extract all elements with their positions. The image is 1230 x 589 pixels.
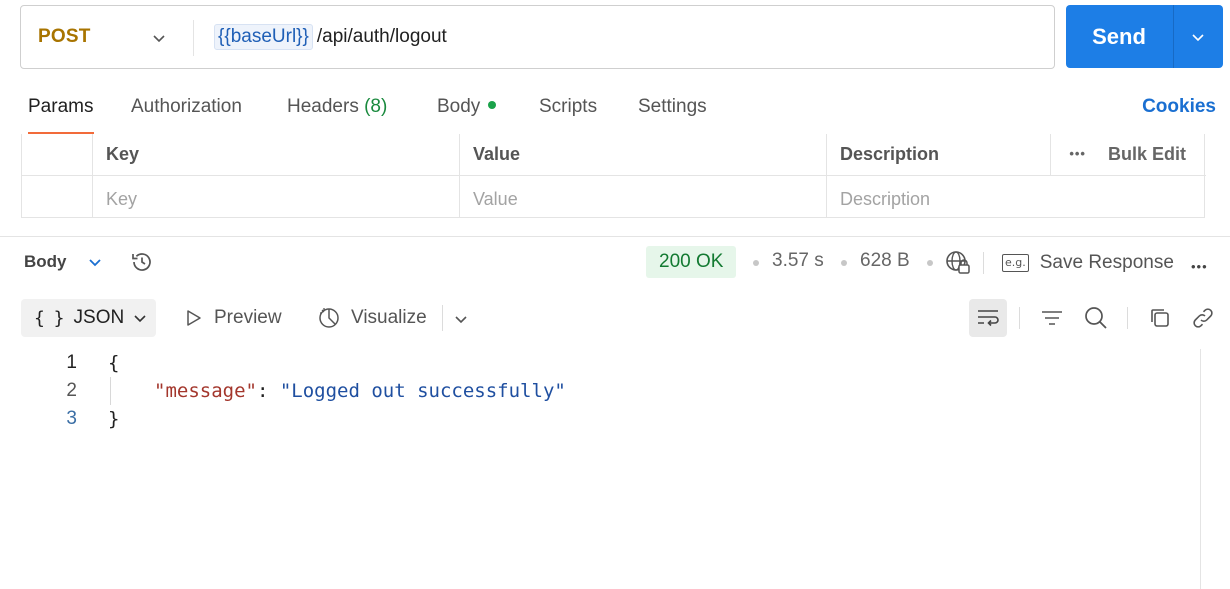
headers-count: (8): [364, 96, 388, 117]
chevron-down-icon[interactable]: [87, 254, 103, 270]
key-input[interactable]: Key: [92, 176, 459, 218]
panel-divider[interactable]: [0, 236, 1230, 237]
format-label: JSON: [73, 307, 125, 328]
divider: [1173, 5, 1174, 68]
code-line: 3 }: [0, 405, 1200, 433]
more-options-icon[interactable]: •••: [1069, 134, 1086, 174]
chevron-down-icon[interactable]: [151, 30, 167, 46]
format-json-dropdown[interactable]: { } JSON: [21, 299, 156, 337]
tab-authorization[interactable]: Authorization: [131, 96, 242, 118]
line-number: 1: [66, 352, 77, 373]
body-indicator-dot: [488, 100, 497, 109]
send-button-label[interactable]: Send: [1066, 5, 1172, 68]
column-header-key: Key: [92, 134, 459, 175]
code-line: 2 "message": "Logged out successfully": [0, 377, 1200, 405]
cookies-link[interactable]: Cookies: [1142, 96, 1216, 118]
code-text[interactable]: {: [108, 349, 119, 377]
table-row: Key Value Description: [22, 176, 1206, 218]
tab-headers[interactable]: Headers (8): [287, 96, 387, 118]
chevron-down-icon[interactable]: [1190, 29, 1206, 45]
network-globe-icon[interactable]: [944, 249, 972, 277]
line-number: 2: [66, 380, 77, 401]
code-line: 1 {: [0, 349, 1200, 377]
bulk-edit-label[interactable]: Bulk Edit: [1108, 134, 1186, 174]
example-icon: e.g.: [1002, 254, 1029, 272]
response-section-label[interactable]: Body: [24, 252, 67, 272]
visualize-button[interactable]: Visualize: [317, 303, 427, 333]
copy-icon: [1151, 309, 1169, 327]
preview-label: Preview: [214, 307, 282, 328]
code-text[interactable]: "message": "Logged out successfully": [154, 377, 566, 405]
description-input[interactable]: Description: [826, 176, 1206, 218]
response-body-editor[interactable]: 1 { 2 "message": "Logged out successfull…: [0, 348, 1200, 589]
response-size[interactable]: 628 B: [860, 250, 910, 272]
tab-params[interactable]: Params: [28, 96, 93, 118]
url-variable[interactable]: {{baseUrl}}: [214, 24, 313, 50]
bulk-edit-button[interactable]: ••• Bulk Edit: [1069, 134, 1186, 174]
visualize-label: Visualize: [351, 307, 427, 328]
wrap-lines-icon: [978, 310, 999, 327]
save-response-label: Save Response: [1039, 252, 1174, 273]
send-button[interactable]: Send: [1066, 5, 1223, 68]
divider: [983, 252, 984, 274]
tab-settings[interactable]: Settings: [638, 96, 707, 118]
status-badge[interactable]: 200 OK: [646, 246, 737, 278]
more-options-icon[interactable]: •••: [1191, 259, 1208, 274]
column-header-value: Value: [459, 134, 826, 175]
separator-dot: [753, 260, 759, 266]
chevron-down-icon[interactable]: [453, 311, 469, 327]
tab-headers-label: Headers: [287, 96, 359, 117]
json-key[interactable]: "message": [154, 380, 257, 402]
wrap-lines-button[interactable]: [969, 299, 1007, 337]
column-header-description: Description: [826, 134, 1050, 175]
history-icon[interactable]: [129, 249, 155, 275]
tab-body[interactable]: Body: [437, 96, 497, 118]
indent-guide: [110, 377, 111, 405]
search-icon: [1085, 307, 1107, 329]
value-input[interactable]: Value: [459, 176, 826, 218]
vertical-scrollbar[interactable]: [1200, 349, 1201, 589]
request-tabs: Params Authorization Headers (8) Body Sc…: [0, 90, 1230, 134]
play-icon: [187, 310, 201, 326]
code-text[interactable]: }: [108, 405, 119, 433]
copy-link-button[interactable]: [1184, 299, 1222, 337]
row-checkbox-cell: [22, 176, 92, 218]
bulk-edit-cell: ••• Bulk Edit: [1050, 134, 1206, 175]
save-response-button[interactable]: e.g. Save Response: [1002, 249, 1174, 277]
json-value[interactable]: "Logged out successfully": [280, 380, 566, 402]
preview-button[interactable]: Preview: [184, 303, 282, 333]
response-header: Body 200 OK 3.57 s 628 B e.g. Save Respo…: [0, 244, 1230, 282]
separator-dot: [841, 260, 847, 266]
params-table: Key Value Description ••• Bulk Edit Key …: [21, 134, 1206, 218]
tab-body-label: Body: [437, 96, 481, 117]
divider: [193, 20, 194, 56]
braces-icon: { }: [34, 307, 64, 329]
table-header-row: Key Value Description ••• Bulk Edit: [22, 134, 1206, 176]
response-time[interactable]: 3.57 s: [772, 250, 824, 272]
divider: [442, 305, 443, 331]
filter-icon: [1042, 311, 1062, 325]
request-bar: POST {{baseUrl}} /api/auth/logout: [20, 5, 1055, 69]
line-number: 3: [66, 408, 77, 429]
copy-button[interactable]: [1141, 299, 1179, 337]
method-select[interactable]: POST: [38, 6, 91, 68]
filter-button[interactable]: [1033, 299, 1071, 337]
visualize-icon: [319, 308, 339, 328]
json-separator: :: [256, 380, 280, 402]
separator-dot: [927, 260, 933, 266]
url-path[interactable]: /api/auth/logout: [317, 26, 447, 48]
checkbox-column: [22, 134, 92, 175]
link-icon: [1193, 308, 1213, 328]
tab-scripts[interactable]: Scripts: [539, 96, 597, 118]
chevron-down-icon: [134, 315, 146, 323]
divider: [1019, 307, 1020, 329]
divider: [1127, 307, 1128, 329]
url-input[interactable]: {{baseUrl}} /api/auth/logout: [214, 23, 447, 51]
search-button[interactable]: [1077, 299, 1115, 337]
